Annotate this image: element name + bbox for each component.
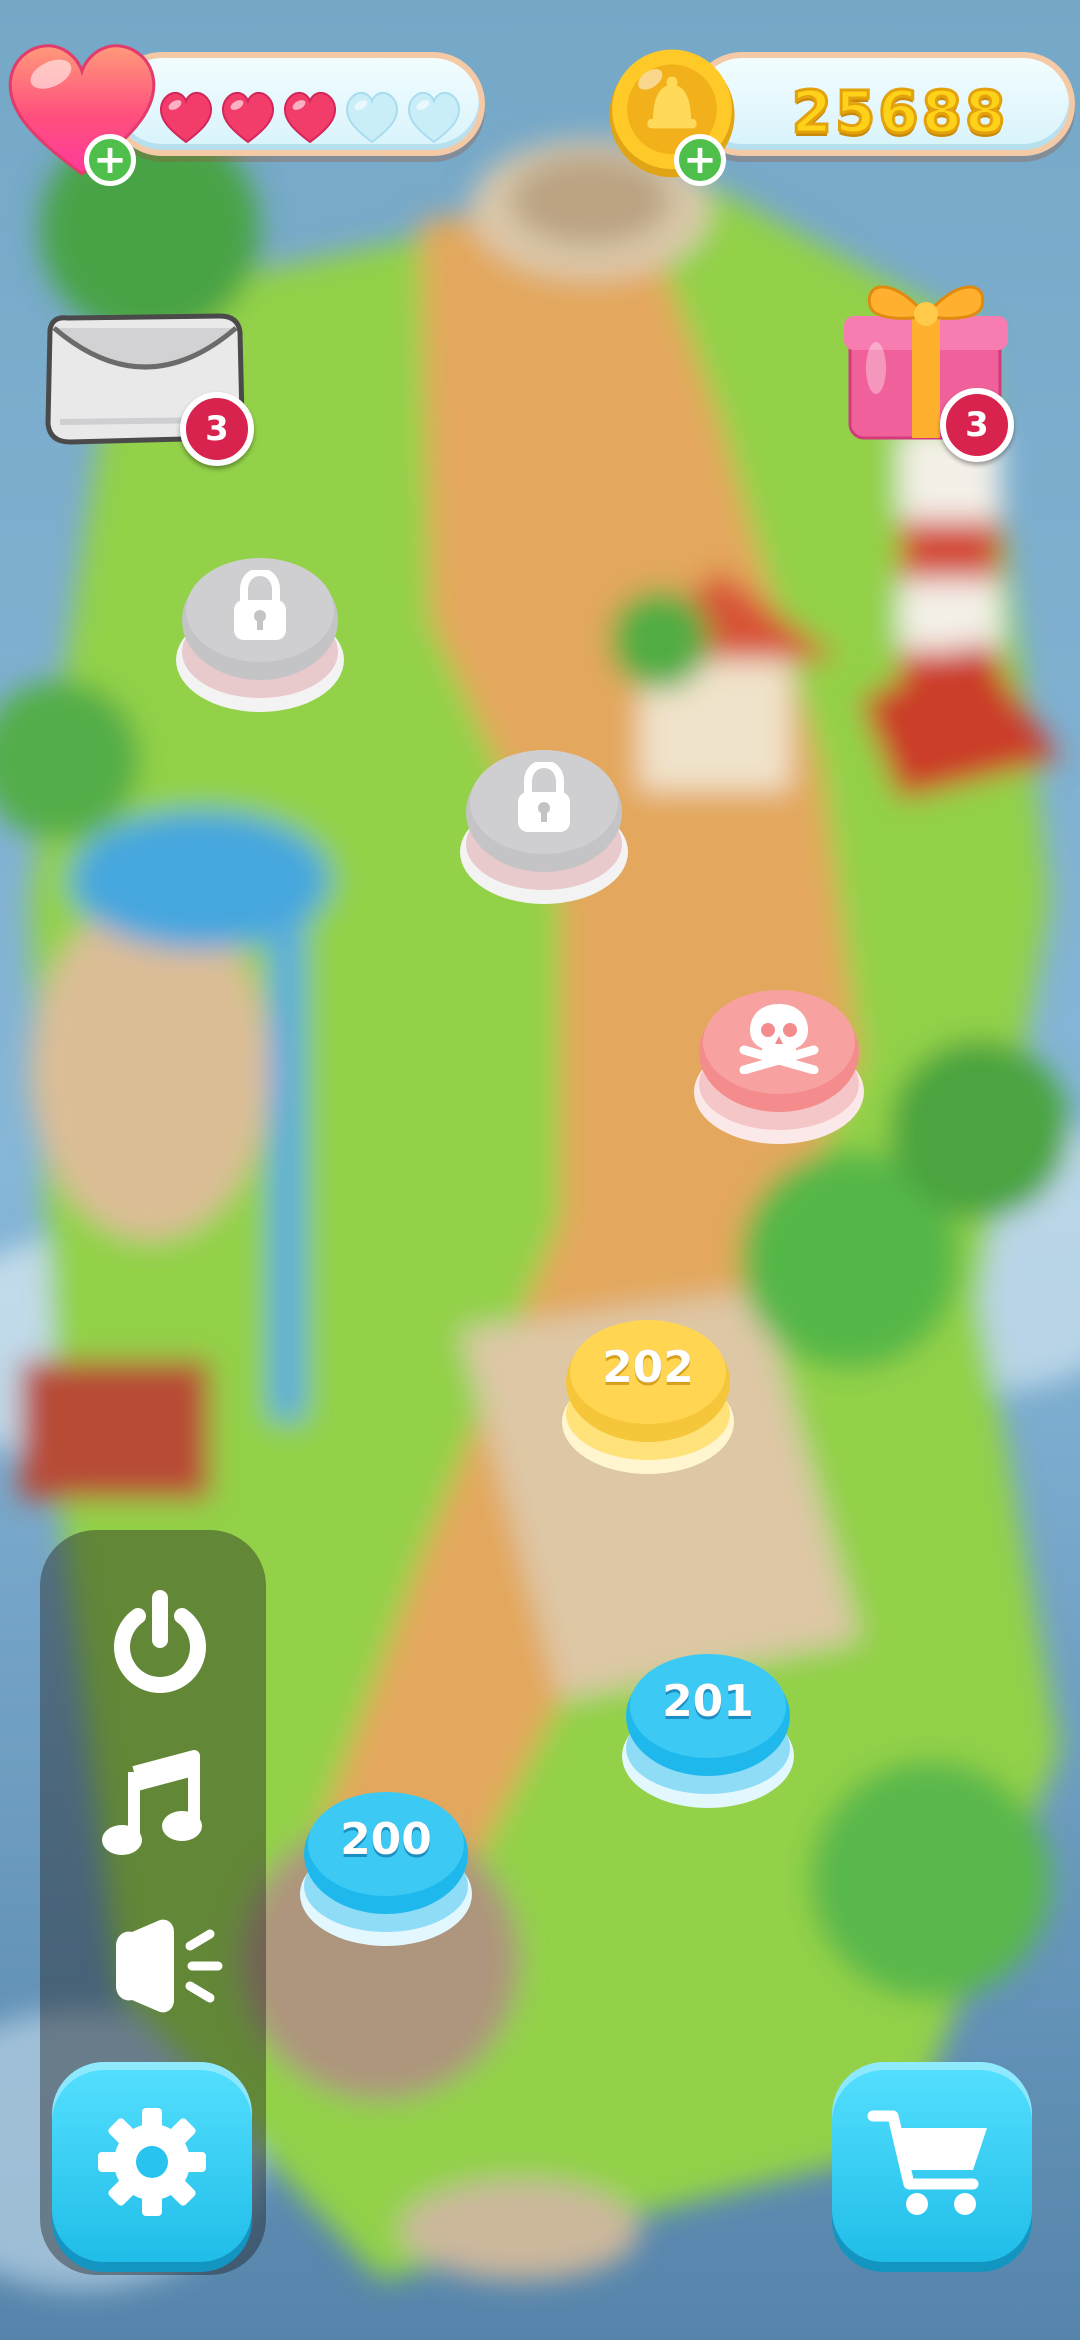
- life-heart-empty: [407, 91, 461, 144]
- gift-count-badge: 3: [940, 388, 1014, 462]
- mailbox-count-badge: 3: [180, 392, 254, 466]
- level-button-base: [562, 1320, 734, 1474]
- music-toggle-button[interactable]: [94, 1742, 214, 1862]
- add-lives-button[interactable]: +: [84, 134, 136, 186]
- level-button-base: [300, 1792, 472, 1946]
- music-note-icon: [102, 1750, 202, 1855]
- lock-icon: [518, 762, 570, 832]
- sound-icon: [116, 1919, 223, 2013]
- level-number: 200: [340, 1814, 433, 1866]
- settings-button[interactable]: [52, 2062, 252, 2262]
- cart-icon: [867, 2110, 987, 2215]
- level-node-locked-2[interactable]: [458, 740, 630, 908]
- level-button-base: [622, 1654, 794, 1808]
- level-number: 202: [602, 1342, 695, 1394]
- skull-icon: [739, 1004, 819, 1074]
- plus-icon: +: [93, 137, 127, 183]
- level-node-201[interactable]: 201: [620, 1642, 796, 1812]
- level-number: 201: [662, 1676, 755, 1728]
- level-node-200[interactable]: 200: [298, 1780, 474, 1950]
- heart-icon: [8, 44, 156, 176]
- mailbox-button[interactable]: 3: [40, 310, 270, 470]
- coin-count: 25688: [790, 77, 1009, 148]
- life-heart-full: [283, 91, 337, 144]
- gear-icon: [98, 2108, 206, 2216]
- level-node-202[interactable]: 202: [560, 1308, 736, 1478]
- sound-toggle-button[interactable]: [96, 1906, 226, 2026]
- plus-icon: +: [683, 137, 717, 183]
- gift-button[interactable]: 3: [836, 258, 1036, 468]
- level-node-boss[interactable]: [692, 980, 866, 1148]
- add-coins-button[interactable]: +: [674, 134, 726, 186]
- shop-button[interactable]: [832, 2062, 1032, 2262]
- power-button[interactable]: [100, 1582, 220, 1702]
- life-heart-full: [159, 91, 213, 144]
- level-node-locked-1[interactable]: [174, 548, 346, 716]
- life-heart-empty: [345, 91, 399, 144]
- life-heart-full: [221, 91, 275, 144]
- lock-icon: [234, 570, 286, 640]
- power-icon: [114, 1590, 206, 1693]
- lives-hearts: [159, 91, 461, 144]
